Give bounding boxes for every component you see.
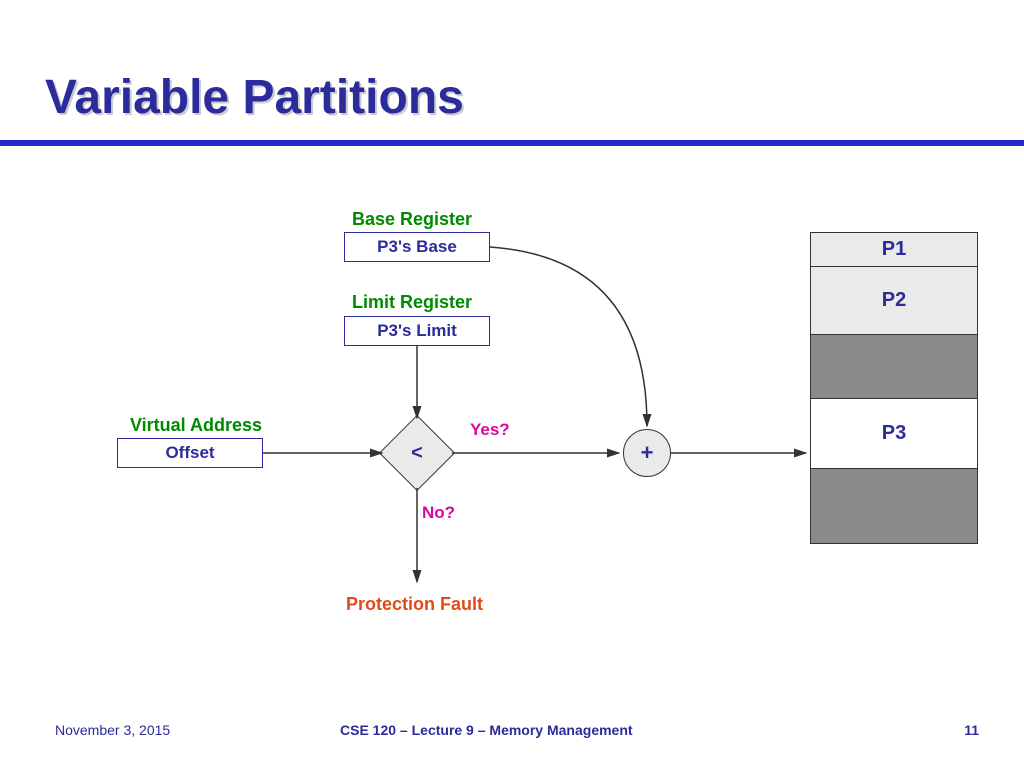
title-rule [0, 140, 1024, 146]
operator-add: + [623, 429, 671, 477]
label-no: No? [422, 503, 455, 523]
add-symbol: + [641, 440, 654, 466]
label-yes: Yes? [470, 420, 510, 440]
compare-symbol: < [390, 426, 444, 480]
partition-p3: P3 [811, 399, 977, 469]
partition-gap1 [811, 335, 977, 399]
label-base-register: Base Register [352, 209, 472, 230]
box-limit: P3's Limit [344, 316, 490, 346]
partition-gap2 [811, 469, 977, 543]
label-limit-register: Limit Register [352, 292, 472, 313]
box-base: P3's Base [344, 232, 490, 262]
label-virtual-address: Virtual Address [130, 415, 262, 436]
box-offset: Offset [117, 438, 263, 468]
operator-compare: < [390, 426, 444, 480]
slide-title: Variable Partitions [45, 70, 464, 125]
partition-stack: P1 P2 P3 [810, 232, 978, 544]
footer-course: CSE 120 – Lecture 9 – Memory Management [340, 722, 633, 738]
footer-date: November 3, 2015 [55, 722, 170, 738]
footer-page: 11 [964, 722, 979, 738]
partition-p2: P2 [811, 267, 977, 335]
partition-p1: P1 [811, 233, 977, 267]
label-protection-fault: Protection Fault [346, 594, 483, 615]
